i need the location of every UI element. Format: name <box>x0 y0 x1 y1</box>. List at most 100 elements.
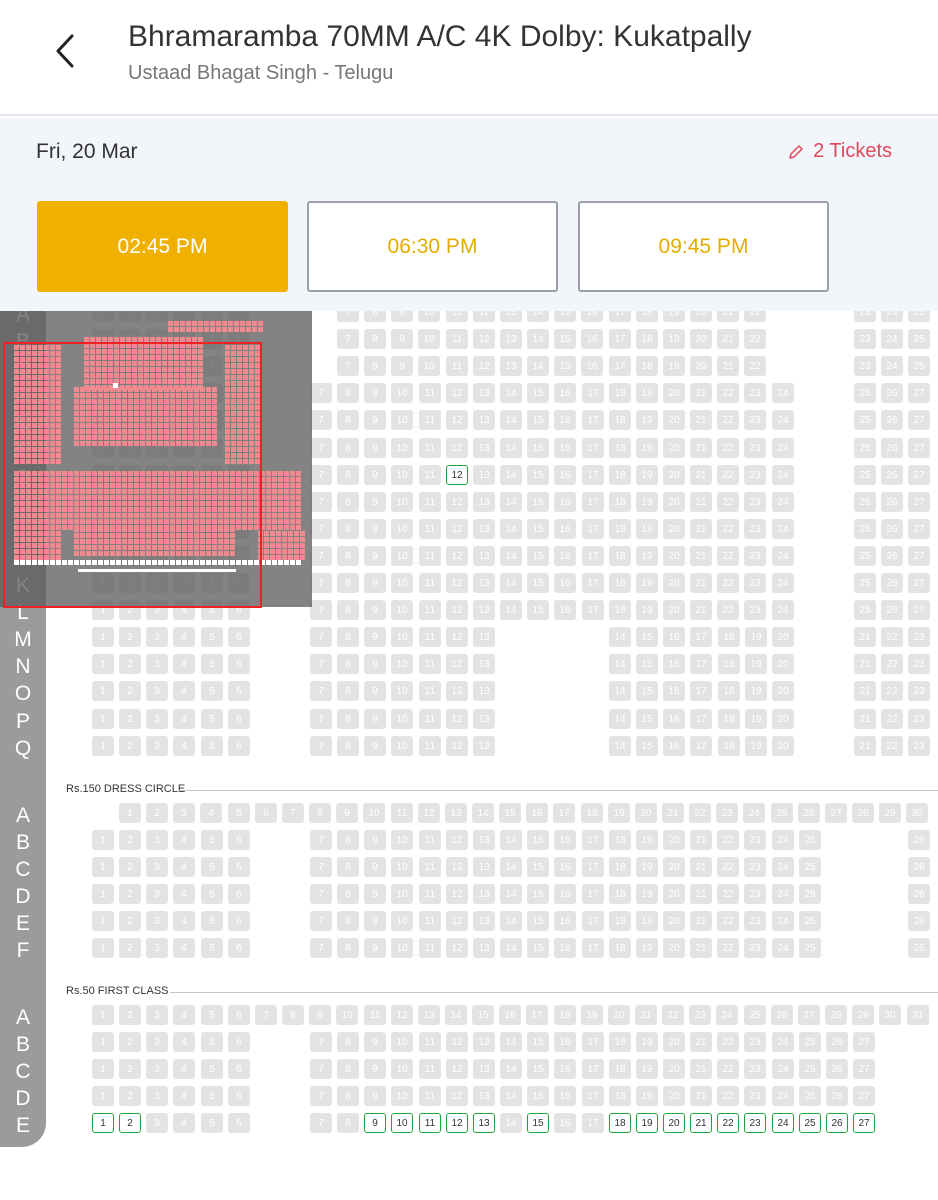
seat-sold[interactable]: 12 <box>446 681 468 701</box>
seat-sold[interactable]: 15 <box>636 654 658 674</box>
seat-sold[interactable]: 7 <box>310 465 332 485</box>
seat-sold[interactable]: 26 <box>826 1032 848 1052</box>
seat-sold[interactable]: 22 <box>717 383 739 403</box>
seat-sold[interactable]: 19 <box>636 911 658 931</box>
seat-sold[interactable]: 15 <box>527 546 549 566</box>
seat-sold[interactable]: 8 <box>337 410 359 430</box>
seat-sold[interactable]: 25 <box>799 911 821 931</box>
seat-sold[interactable]: 13 <box>473 1086 495 1106</box>
seat-sold[interactable]: 23 <box>854 311 876 322</box>
seat-sold[interactable]: 10 <box>391 911 413 931</box>
seat-sold[interactable]: 17 <box>690 654 712 674</box>
seat-sold[interactable]: 16 <box>663 736 685 756</box>
seat-sold[interactable]: 10 <box>391 736 413 756</box>
seat-sold[interactable]: 21 <box>690 573 712 593</box>
seat-sold[interactable]: 8 <box>337 465 359 485</box>
seat-sold[interactable]: 30 <box>906 803 928 823</box>
seat-sold[interactable]: 12 <box>446 938 468 958</box>
seat-sold[interactable]: 26 <box>881 383 903 403</box>
seat-sold[interactable]: 15 <box>527 600 549 620</box>
seat-sold[interactable]: 18 <box>609 1059 631 1079</box>
seat-sold[interactable]: 4 <box>173 1086 195 1106</box>
seat-sold[interactable]: 23 <box>744 857 766 877</box>
seat-sold[interactable]: 21 <box>690 1032 712 1052</box>
seat-sold[interactable]: 5 <box>201 911 223 931</box>
seat-sold[interactable]: 14 <box>500 830 522 850</box>
seat-sold[interactable]: 14 <box>500 1032 522 1052</box>
seat-sold[interactable]: 24 <box>772 911 794 931</box>
seat-sold[interactable]: 24 <box>772 938 794 958</box>
seat-sold[interactable]: 9 <box>364 736 386 756</box>
seat-sold[interactable]: 10 <box>391 1032 413 1052</box>
seat-sold[interactable]: 15 <box>527 438 549 458</box>
seat-sold[interactable]: 17 <box>582 1086 604 1106</box>
seat-sold[interactable]: 11 <box>419 736 441 756</box>
seat-sold[interactable]: 17 <box>582 546 604 566</box>
seat-sold[interactable]: 24 <box>772 1086 794 1106</box>
seat-sold[interactable]: 2 <box>119 911 141 931</box>
seat-sold[interactable]: 4 <box>173 1032 195 1052</box>
seat-sold[interactable]: 24 <box>881 356 903 376</box>
seat-sold[interactable]: 25 <box>908 311 930 322</box>
seat-sold[interactable]: 16 <box>554 546 576 566</box>
seat-available[interactable]: 9 <box>364 1113 386 1133</box>
seat-sold[interactable]: 10 <box>391 654 413 674</box>
seat-sold[interactable]: 23 <box>716 803 738 823</box>
seat-sold[interactable]: 23 <box>744 546 766 566</box>
seat-sold[interactable]: 22 <box>717 438 739 458</box>
seat-sold[interactable]: 4 <box>173 709 195 729</box>
seat-sold[interactable]: 21 <box>690 1059 712 1079</box>
seat-sold[interactable]: 14 <box>500 410 522 430</box>
seat-sold[interactable]: 18 <box>718 681 740 701</box>
seat-sold[interactable]: 17 <box>582 492 604 512</box>
seat-sold[interactable]: 10 <box>391 546 413 566</box>
seat-sold[interactable]: 19 <box>745 627 767 647</box>
seat-sold[interactable]: 22 <box>717 1032 739 1052</box>
seat-sold[interactable]: 12 <box>446 410 468 430</box>
seat-sold[interactable]: 15 <box>527 1032 549 1052</box>
seat-sold[interactable]: 14 <box>609 654 631 674</box>
seat-sold[interactable]: 19 <box>636 1086 658 1106</box>
seat-available[interactable]: 21 <box>690 1113 712 1133</box>
seat-sold[interactable]: 4 <box>173 1059 195 1079</box>
seat-sold[interactable]: 20 <box>663 884 685 904</box>
seat-sold[interactable]: 9 <box>364 938 386 958</box>
seat-sold[interactable]: 24 <box>772 857 794 877</box>
seat-sold[interactable]: 8 <box>364 356 386 376</box>
seat-sold[interactable]: 5 <box>201 681 223 701</box>
seat-sold[interactable]: 20 <box>772 681 794 701</box>
seat-sold[interactable]: 8 <box>309 803 331 823</box>
seat-sold[interactable]: 16 <box>581 356 603 376</box>
seat-sold[interactable]: 11 <box>419 519 441 539</box>
seat-sold[interactable]: 4 <box>173 627 195 647</box>
seat-sold[interactable]: 26 <box>798 803 820 823</box>
seat-sold[interactable]: 19 <box>636 573 658 593</box>
seat-sold[interactable]: 9 <box>364 600 386 620</box>
seat-sold[interactable]: 13 <box>418 1005 440 1025</box>
seat-sold[interactable]: 12 <box>446 1086 468 1106</box>
seat-sold[interactable]: 16 <box>663 681 685 701</box>
seat-available[interactable]: 1 <box>92 1113 114 1133</box>
seat-sold[interactable]: 4 <box>173 654 195 674</box>
seat-sold[interactable]: 18 <box>609 438 631 458</box>
seat-sold[interactable]: 23 <box>689 1005 711 1025</box>
seat-sold[interactable]: 22 <box>881 654 903 674</box>
seat-sold[interactable]: 5 <box>201 857 223 877</box>
seat-sold[interactable]: 26 <box>881 492 903 512</box>
seat-sold[interactable]: 11 <box>419 546 441 566</box>
seat-sold[interactable]: 23 <box>744 830 766 850</box>
seat-sold[interactable]: 17 <box>582 884 604 904</box>
seat-sold[interactable]: 25 <box>854 573 876 593</box>
seat-sold[interactable]: 21 <box>690 911 712 931</box>
seat-sold[interactable]: 21 <box>854 627 876 647</box>
seat-sold[interactable]: 21 <box>690 938 712 958</box>
seat-sold[interactable]: 25 <box>744 1005 766 1025</box>
seat-sold[interactable]: 21 <box>690 519 712 539</box>
seat-sold[interactable]: 16 <box>554 938 576 958</box>
seat-sold[interactable]: 6 <box>228 830 250 850</box>
seat-sold[interactable]: 23 <box>744 383 766 403</box>
seat-sold[interactable]: 2 <box>119 938 141 958</box>
seat-sold[interactable]: 15 <box>499 803 521 823</box>
seat-sold[interactable]: 17 <box>582 600 604 620</box>
seat-sold[interactable]: 13 <box>473 492 495 512</box>
